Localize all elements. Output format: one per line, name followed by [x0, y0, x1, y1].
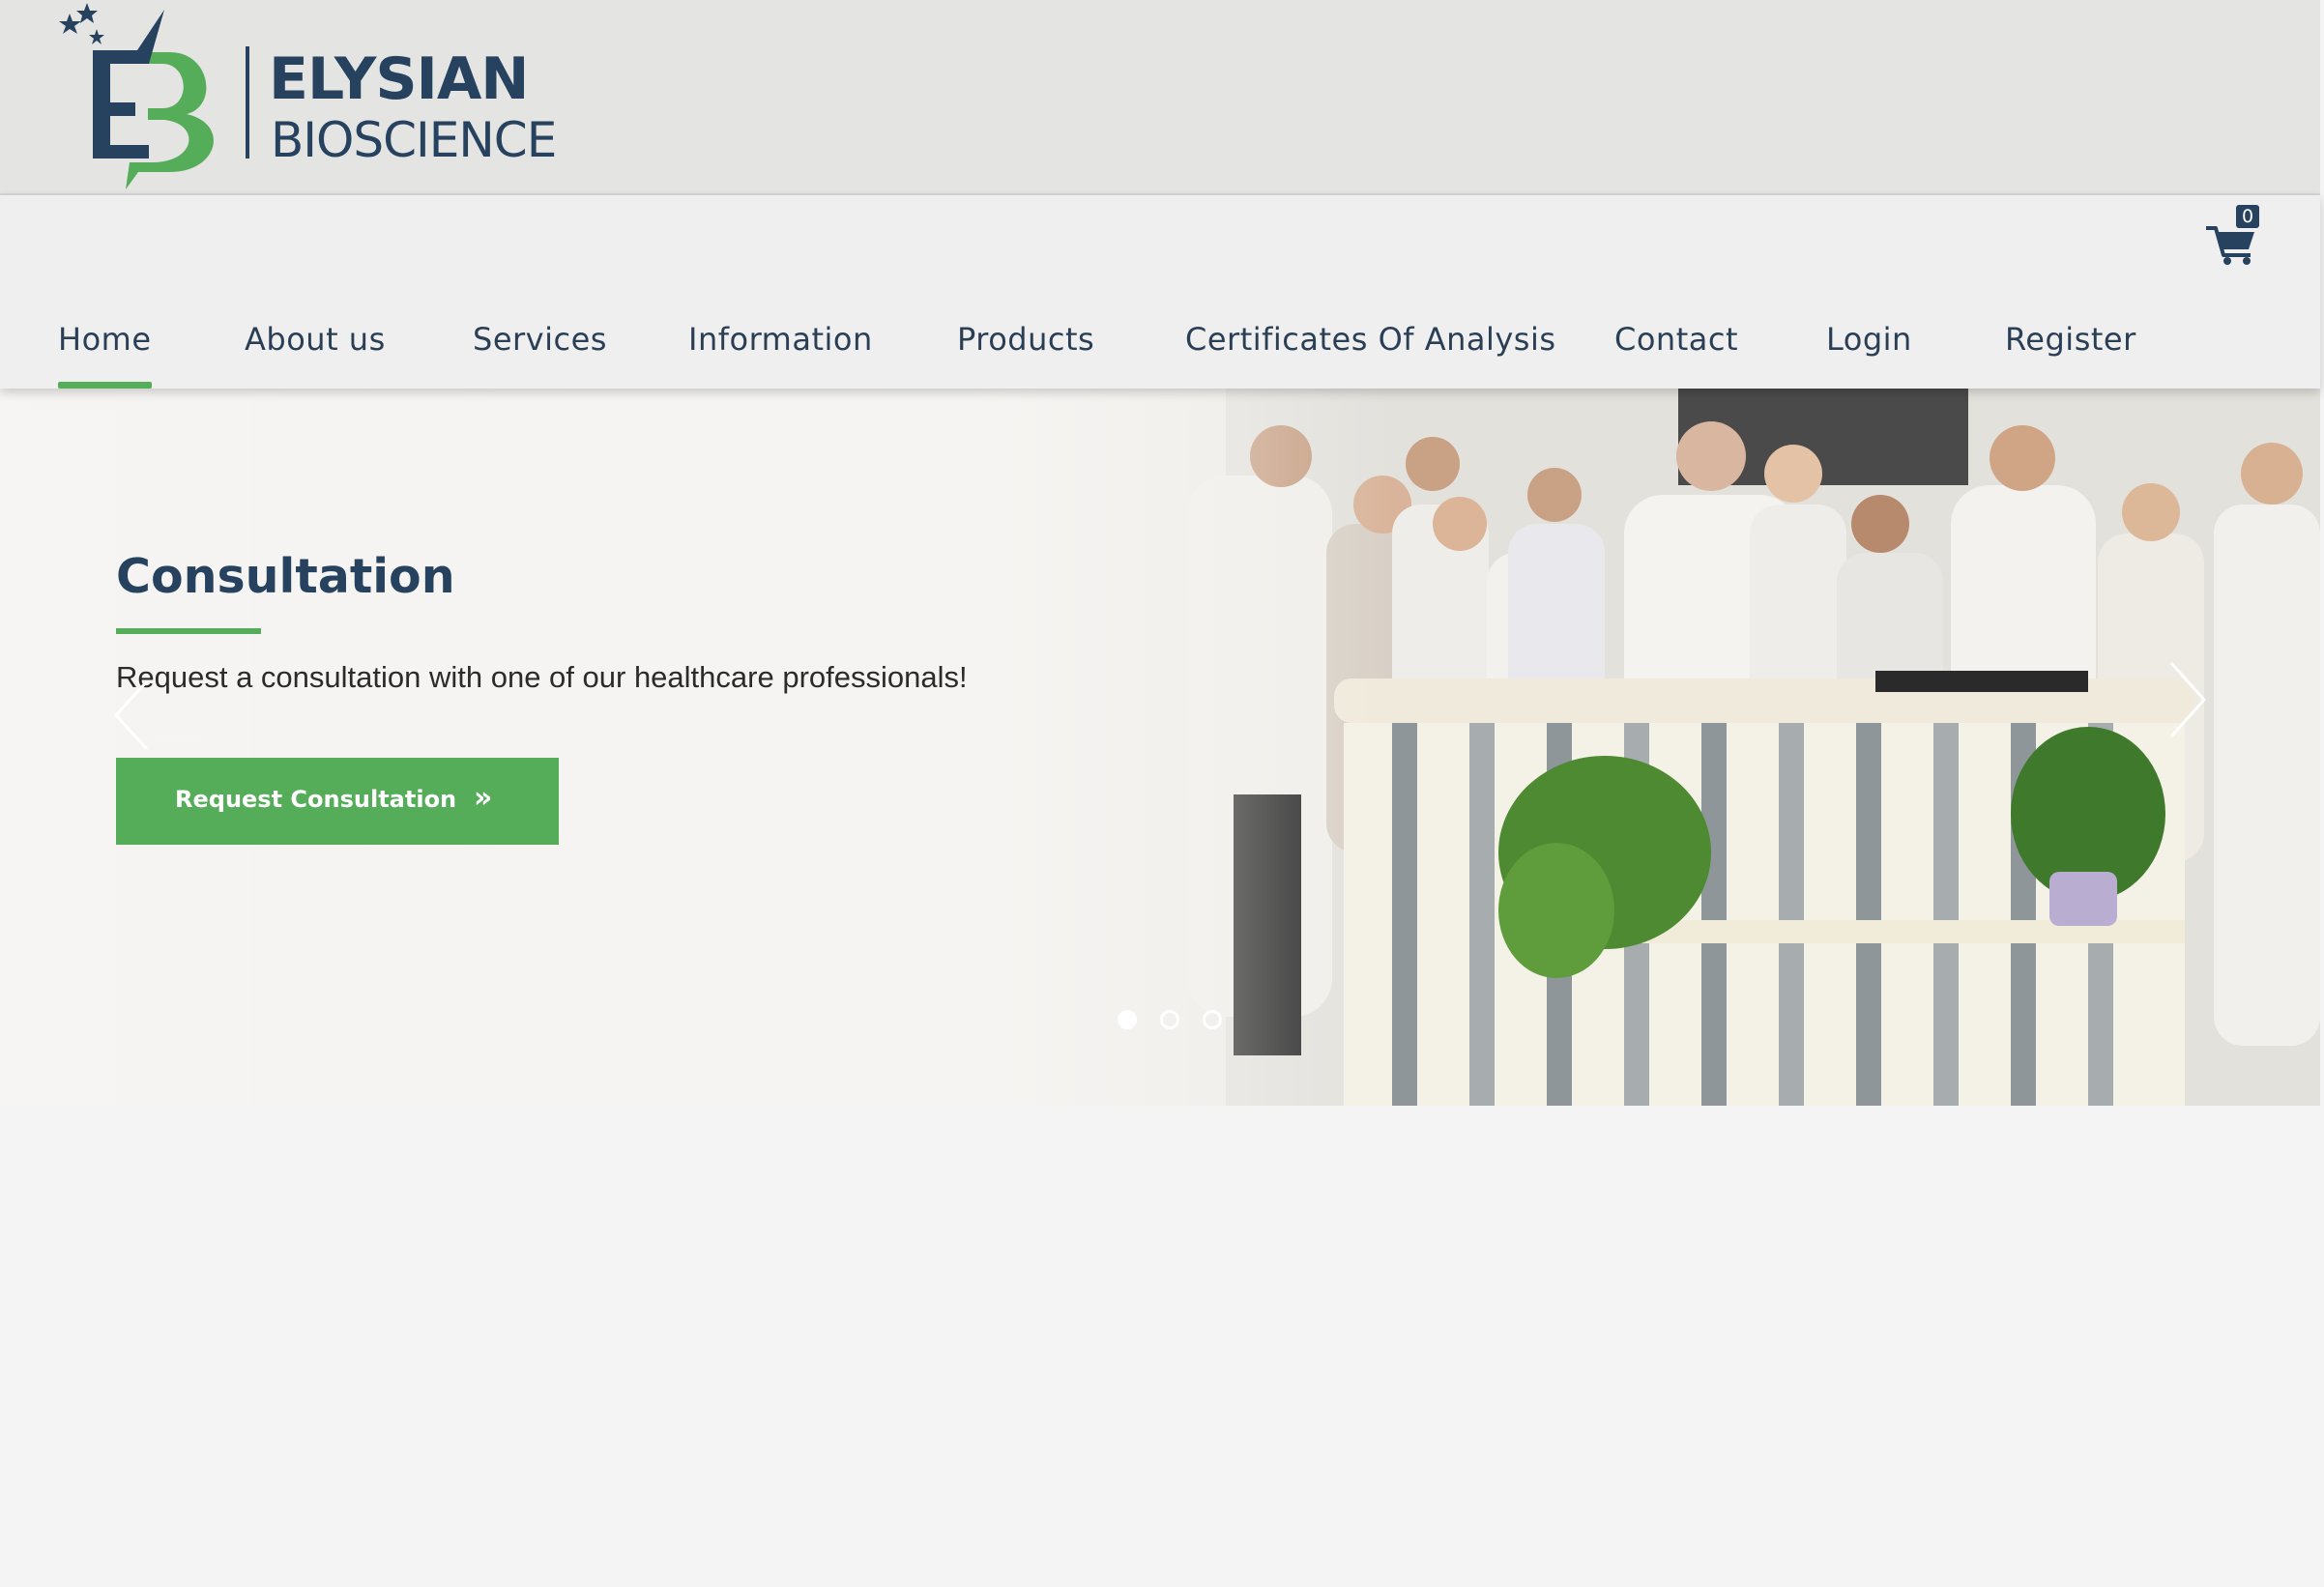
- hero-subtitle: Request a consultation with one of our h…: [116, 660, 968, 694]
- cart-count-badge: 0: [2236, 205, 2259, 228]
- nav-about-us[interactable]: About us: [245, 321, 386, 389]
- slider-dot-3[interactable]: [1203, 1010, 1222, 1029]
- nav-home[interactable]: Home: [58, 321, 152, 389]
- logo-divider: [246, 46, 249, 159]
- slider-dot-1[interactable]: [1118, 1010, 1137, 1029]
- request-consultation-button[interactable]: Request Consultation »: [116, 758, 559, 845]
- hero-slider: [0, 389, 2320, 1106]
- nav-contact[interactable]: Contact: [1614, 321, 1738, 389]
- site-header: ELYSIAN BIOSCIENCE: [0, 0, 2320, 195]
- monogram-b-icon: [126, 52, 214, 189]
- page-content-area: [0, 1106, 2320, 1587]
- slider-dot-2[interactable]: [1160, 1010, 1179, 1029]
- nav-information[interactable]: Information: [688, 321, 873, 389]
- double-chevron-right-icon: »: [474, 781, 493, 815]
- hero-title: Consultation: [116, 549, 455, 604]
- chevron-left-icon: [113, 679, 149, 751]
- slider-prev-arrow[interactable]: [108, 677, 157, 754]
- hero-overlay: [0, 389, 1392, 1106]
- hero-title-underline: [116, 628, 261, 634]
- stars-icon: [59, 3, 104, 44]
- monogram-e-icon: [93, 10, 164, 159]
- nav-services[interactable]: Services: [473, 321, 607, 389]
- request-consultation-label: Request Consultation: [175, 786, 457, 813]
- nav-certificates-of-analysis[interactable]: Certificates Of Analysis: [1185, 321, 1556, 389]
- nav-products[interactable]: Products: [957, 321, 1094, 389]
- brand-name-primary: ELYSIAN: [269, 45, 529, 113]
- slider-next-arrow[interactable]: [2164, 659, 2212, 740]
- nav-register[interactable]: Register: [2005, 321, 2136, 389]
- chevron-right-icon: [2169, 661, 2207, 738]
- elysian-bioscience-logo[interactable]: ELYSIAN BIOSCIENCE: [56, 0, 597, 193]
- nav-login[interactable]: Login: [1826, 321, 1912, 389]
- brand-name-secondary: BIOSCIENCE: [271, 112, 556, 168]
